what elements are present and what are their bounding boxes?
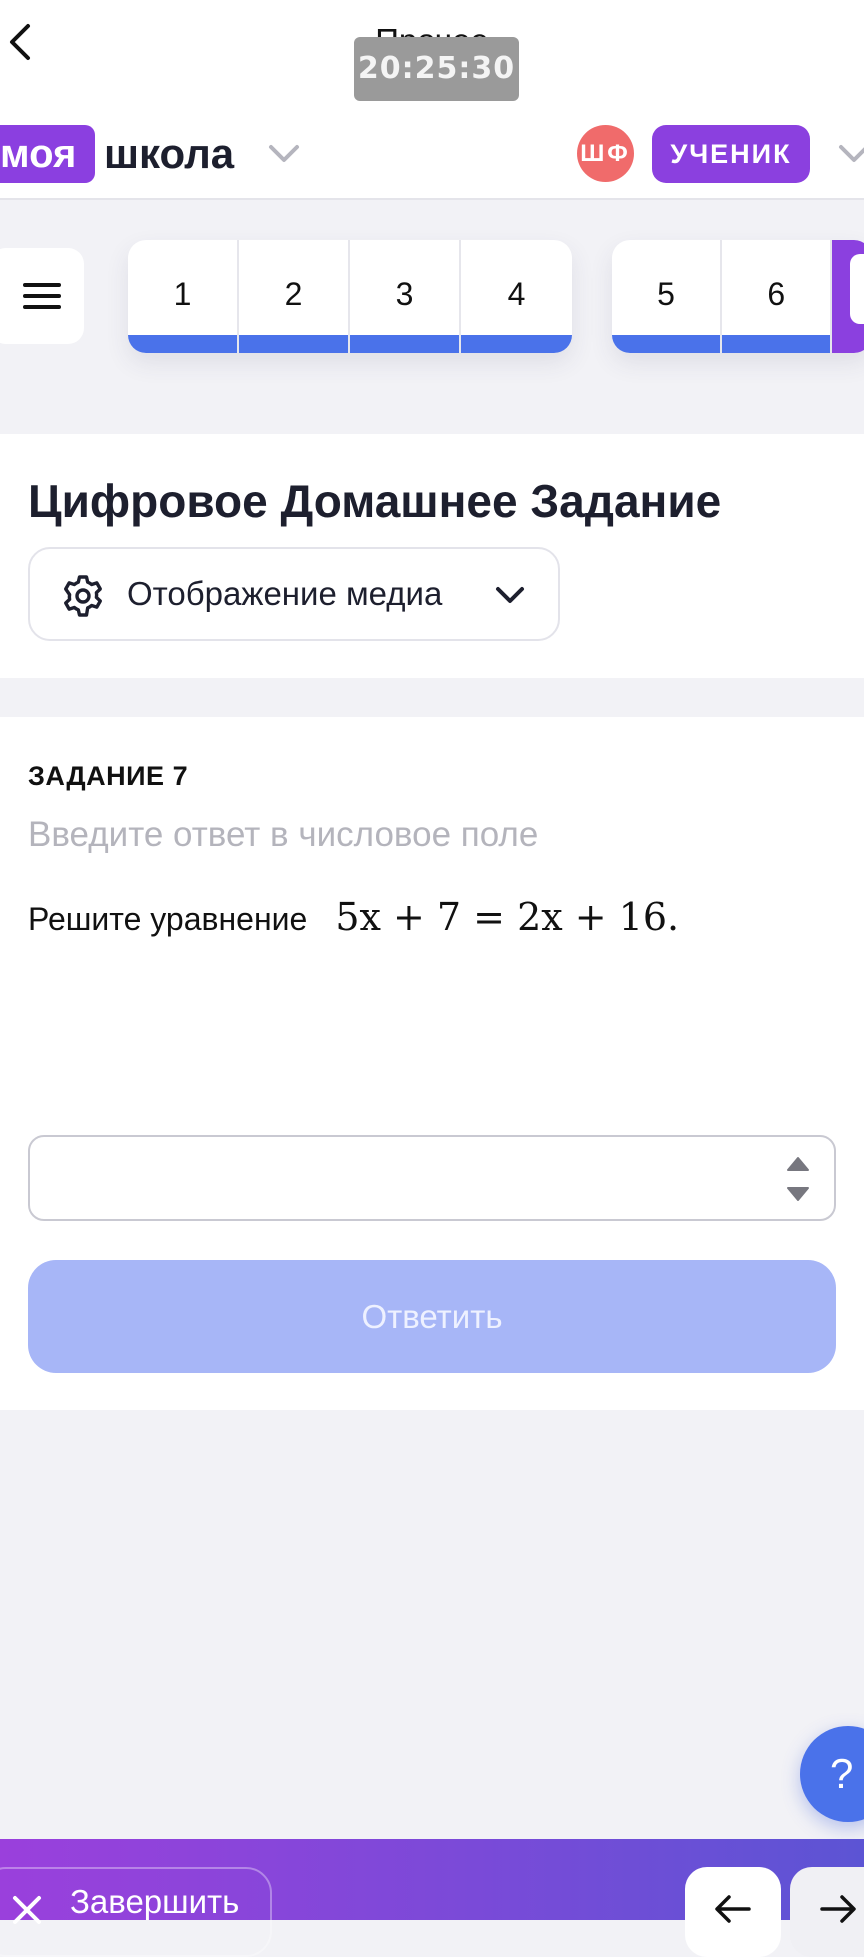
arrow-left-icon (715, 1895, 751, 1923)
task-progress-bar (350, 335, 459, 353)
homework-info-card: Цифровое Домашнее Задание Отображение ме… (0, 434, 864, 678)
task-tab-label: 2 (284, 276, 303, 312)
task-tab-3[interactable]: 3 (350, 240, 461, 353)
task-card: ЗАДАНИЕ 7 Введите ответ в числовое поле … (0, 717, 864, 1410)
task-progress-bar (239, 335, 348, 353)
task-hint: Введите ответ в числовое поле (28, 815, 539, 854)
app-header: моя школа ШФ УЧЕНИК (0, 95, 864, 200)
top-navigation-bar: Прочее 20:25:30 (0, 0, 864, 101)
task-tab-label: 5 (657, 276, 675, 312)
task-tab-2[interactable]: 2 (239, 240, 350, 353)
finish-label: Завершить (70, 1883, 240, 1920)
logo-text[interactable]: школа (104, 125, 234, 183)
menu-button[interactable] (0, 248, 84, 344)
media-display-dropdown[interactable]: Отображение медиа (28, 547, 560, 641)
task-progress-bar (128, 335, 237, 353)
task-tabs-group-2: 5 6 (612, 240, 864, 353)
previous-task-button[interactable] (685, 1867, 781, 1957)
task-tab-label: 4 (507, 276, 526, 312)
number-stepper-icon[interactable] (778, 1153, 818, 1205)
time-overlay: 20:25:30 (354, 37, 519, 101)
task-tab-label: 1 (173, 276, 192, 312)
task-tab-5[interactable]: 5 (612, 240, 723, 353)
task-equation: 5x + 7 = 2x + 16. (335, 895, 680, 939)
task-progress-bar (461, 335, 572, 353)
hamburger-icon (23, 283, 61, 309)
help-button[interactable]: ? (800, 1726, 864, 1822)
task-tab-label: 3 (395, 276, 414, 312)
logo-badge: моя (0, 125, 95, 183)
avatar[interactable]: ШФ (577, 125, 634, 182)
task-question: Решите уравнение 5x + 7 = 2x + 16. (28, 895, 679, 939)
submit-answer-button[interactable]: Ответить (28, 1260, 836, 1373)
task-tab-6[interactable]: 6 (722, 240, 833, 353)
finish-button[interactable]: Завершить (0, 1867, 272, 1957)
task-progress-bar (722, 335, 831, 353)
chevron-down-icon[interactable] (266, 139, 302, 169)
answer-input[interactable] (30, 1137, 770, 1219)
gear-icon (64, 575, 102, 617)
task-question-text: Решите уравнение (28, 901, 308, 937)
role-badge[interactable]: УЧЕНИК (652, 125, 810, 183)
task-tabs-group-1: 1 2 3 4 (128, 240, 572, 353)
task-tab-current[interactable] (832, 240, 864, 353)
task-tab-label: 6 (767, 276, 786, 312)
task-tab-1[interactable]: 1 (128, 240, 239, 353)
close-icon (13, 1896, 41, 1924)
next-task-button[interactable] (790, 1867, 864, 1957)
task-progress-bar (612, 335, 721, 353)
chevron-down-icon[interactable] (836, 139, 864, 169)
task-tab-4[interactable]: 4 (461, 240, 572, 353)
chevron-down-icon (496, 587, 524, 603)
task-label: ЗАДАНИЕ 7 (28, 761, 189, 791)
homework-title: Цифровое Домашнее Задание (28, 475, 722, 527)
media-display-label: Отображение медиа (127, 575, 443, 612)
answer-number-field (28, 1135, 836, 1221)
arrow-right-icon (820, 1895, 856, 1923)
task-tab-current-inner (850, 254, 864, 324)
bottom-action-bar: Завершить (0, 1839, 864, 1957)
